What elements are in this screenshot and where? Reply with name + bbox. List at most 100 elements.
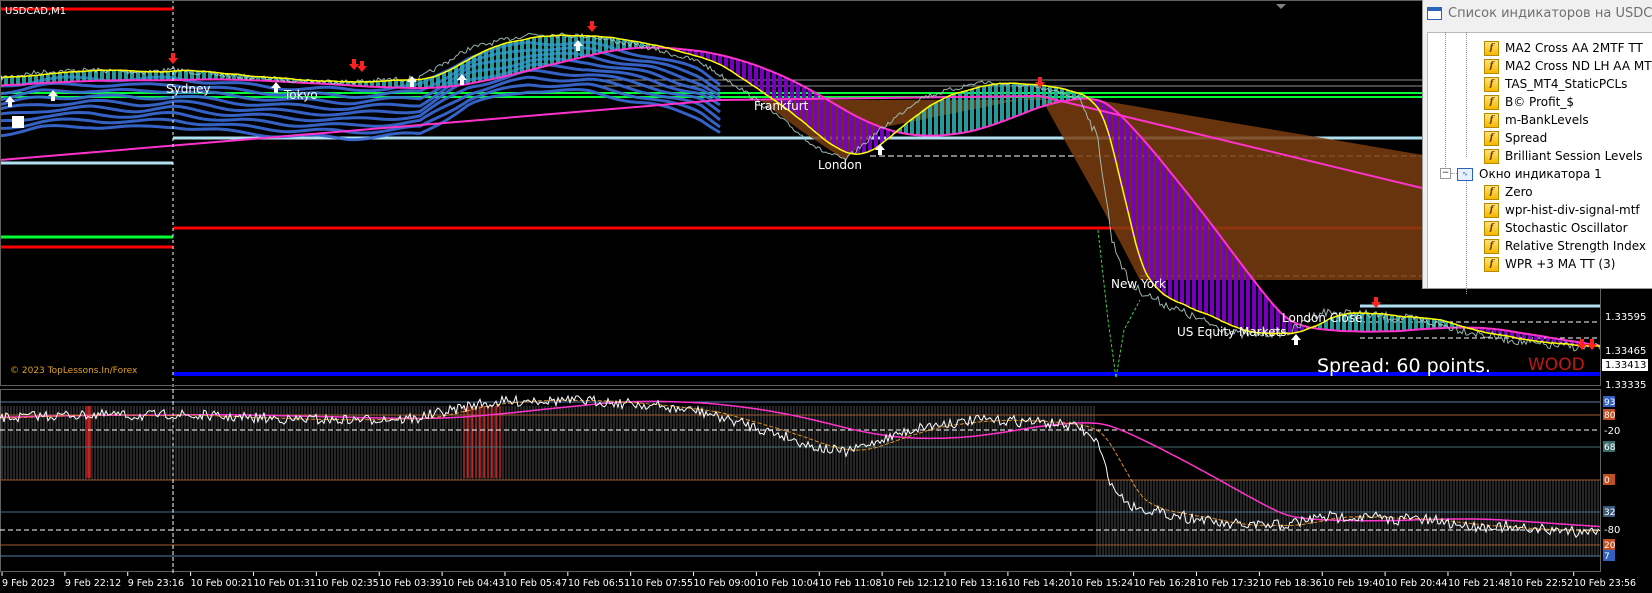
time-label: 10 Feb 11:08 [819, 578, 881, 589]
indicator-fx-icon: f [1484, 256, 1499, 272]
symbol-label: USDCAD,M1 [5, 6, 66, 17]
price-label: 1.33595 [1605, 312, 1646, 323]
osc-marker-label: 80 [1604, 411, 1616, 421]
osc-marker-label: 7 [1604, 552, 1610, 562]
indicator-fx-icon: f [1484, 112, 1499, 128]
indicator-list-titlebar[interactable]: Список индикаторов на USDCAD,M1 [1423, 0, 1652, 26]
indicator-name: MA2 Cross AA 2MTF TT [1505, 41, 1643, 55]
session-label-frankfurt: Frankfurt [754, 99, 809, 113]
indicator-item[interactable]: f MA2 Cross AA 2MTF TT [1484, 39, 1643, 57]
indicator-name: WPR +3 MA TT (3) [1505, 257, 1616, 271]
indicator-list-window[interactable]: Список индикаторов на USDCAD,M1 − f MA2 … [1422, 0, 1652, 294]
indicator-name: Zero [1505, 185, 1533, 199]
indicator-fx-icon: f [1484, 184, 1499, 200]
time-label: 9 Feb 2023 [2, 578, 55, 589]
indicator-fx-icon: f [1484, 130, 1499, 146]
time-label: 10 Feb 09:00 [694, 578, 756, 589]
subwindow-icon: ∿ [1457, 167, 1473, 181]
indicator-name: Brilliant Session Levels [1505, 149, 1643, 163]
indicator-name: m-BankLevels [1505, 113, 1589, 127]
time-label: 10 Feb 17:32 [1196, 578, 1258, 589]
chart-canvas[interactable]: USDCAD,M1 © 2023 TopLessons.In/Forex Spr… [0, 0, 1652, 593]
time-label: 10 Feb 15:24 [1071, 578, 1133, 589]
indicator-item[interactable]: f wpr-hist-div-signal-mtf [1484, 201, 1640, 219]
collapse-toggle[interactable]: − [1440, 168, 1451, 179]
indicator-item[interactable]: f MA2 Cross ND LH AA MTF TT [1484, 57, 1652, 75]
time-label: 10 Feb 21:48 [1448, 578, 1510, 589]
indicator-fx-icon: f [1484, 238, 1499, 254]
time-label: 10 Feb 23:56 [1574, 578, 1636, 589]
time-label: 10 Feb 22:52 [1511, 578, 1573, 589]
indicator-tree[interactable]: − f MA2 Cross AA 2MTF TT f MA2 Cross ND … [1427, 32, 1652, 294]
osc-marker-label: 93 [1604, 398, 1615, 408]
object-box [12, 116, 24, 128]
subwindow-name: Окно индикатора 1 [1479, 167, 1602, 181]
osc-level-label: -80 [1604, 525, 1620, 536]
session-label-us-equity: US Equity Markets [1177, 325, 1286, 339]
time-label: 10 Feb 19:40 [1322, 578, 1384, 589]
session-label-new-york: New York [1111, 277, 1166, 291]
indicator-name: Stochastic Oscillator [1505, 221, 1628, 235]
bank-levels-label: WOOD [1528, 355, 1585, 375]
time-label: 10 Feb 01:31 [253, 578, 315, 589]
indicator-item[interactable]: f m-BankLevels [1484, 111, 1589, 129]
time-label: 10 Feb 12:12 [882, 578, 944, 589]
osc-marker-label: 0 [1604, 476, 1610, 486]
indicator-fx-icon: f [1484, 94, 1499, 110]
indicator-fx-icon: f [1484, 40, 1499, 56]
time-label: 10 Feb 04:43 [442, 578, 504, 589]
current-price-label: 1.33413 [1605, 360, 1646, 371]
window-icon [1427, 6, 1442, 20]
time-label: 10 Feb 00:21 [191, 578, 253, 589]
time-label: 10 Feb 14:20 [1008, 578, 1070, 589]
time-label: 10 Feb 10:04 [756, 578, 818, 589]
subwindow-node[interactable]: ∿ Окно индикатора 1 [1457, 165, 1602, 183]
time-label: 10 Feb 16:28 [1134, 578, 1196, 589]
session-label-london: London [818, 158, 862, 172]
indicator-item[interactable]: f B© Profit_$ [1484, 93, 1574, 111]
osc-marker-label: 32 [1604, 508, 1615, 518]
indicator-list-title: Список индикаторов на USDCAD,M1 [1448, 5, 1652, 21]
indicator-fx-icon: f [1484, 220, 1499, 236]
indicator-name: TAS_MT4_StaticPCLs [1505, 77, 1628, 91]
indicator-item[interactable]: f Brilliant Session Levels [1484, 147, 1643, 165]
tree-guide [1445, 33, 1446, 173]
indicator-item[interactable]: f Spread [1484, 129, 1547, 147]
spread-text: Spread: 60 points. [1317, 355, 1491, 377]
indicator-item[interactable]: f Zero [1484, 183, 1533, 201]
indicator-fx-icon: f [1484, 202, 1499, 218]
tree-guide [1466, 178, 1467, 294]
time-label: 9 Feb 23:16 [128, 578, 184, 589]
indicator-fx-icon: f [1484, 148, 1499, 164]
session-label-tokyo: Tokyo [283, 88, 318, 102]
osc-level-label: -20 [1604, 426, 1620, 437]
time-label: 10 Feb 07:55 [631, 578, 693, 589]
copyright-text: © 2023 TopLessons.In/Forex [10, 366, 138, 376]
indicator-name: Spread [1505, 131, 1548, 145]
indicator-name: wpr-hist-div-signal-mtf [1505, 203, 1640, 217]
time-label: 10 Feb 13:16 [945, 578, 1007, 589]
indicator-name: Relative Strength Index [1505, 239, 1646, 253]
osc-marker-label: 68 [1604, 443, 1616, 453]
indicator-item[interactable]: f Relative Strength Index [1484, 237, 1646, 255]
indicator-item[interactable]: f TAS_MT4_StaticPCLs [1484, 75, 1627, 93]
indicator-item[interactable]: f Stochastic Oscillator [1484, 219, 1628, 237]
time-label: 10 Feb 02:35 [316, 578, 378, 589]
time-label: 9 Feb 22:12 [65, 578, 121, 589]
time-label: 10 Feb 05:47 [505, 578, 567, 589]
price-label: 1.33335 [1605, 380, 1646, 391]
session-label-sydney: Sydney [166, 82, 210, 96]
price-label: 1.33465 [1605, 346, 1646, 357]
time-label: 10 Feb 18:36 [1259, 578, 1321, 589]
time-label: 10 Feb 20:44 [1385, 578, 1447, 589]
indicator-fx-icon: f [1484, 76, 1499, 92]
osc-marker-label: 20 [1604, 541, 1616, 551]
time-label: 10 Feb 03:39 [379, 578, 441, 589]
indicator-name: B© Profit_$ [1505, 95, 1574, 109]
indicator-item[interactable]: f WPR +3 MA TT (3) [1484, 255, 1615, 273]
indicator-name: MA2 Cross ND LH AA MTF TT [1505, 59, 1652, 73]
indicator-fx-icon: f [1484, 58, 1499, 74]
session-label-london-close: London Close [1282, 311, 1363, 325]
tree-guide [1466, 33, 1467, 157]
time-label: 10 Feb 06:51 [568, 578, 630, 589]
